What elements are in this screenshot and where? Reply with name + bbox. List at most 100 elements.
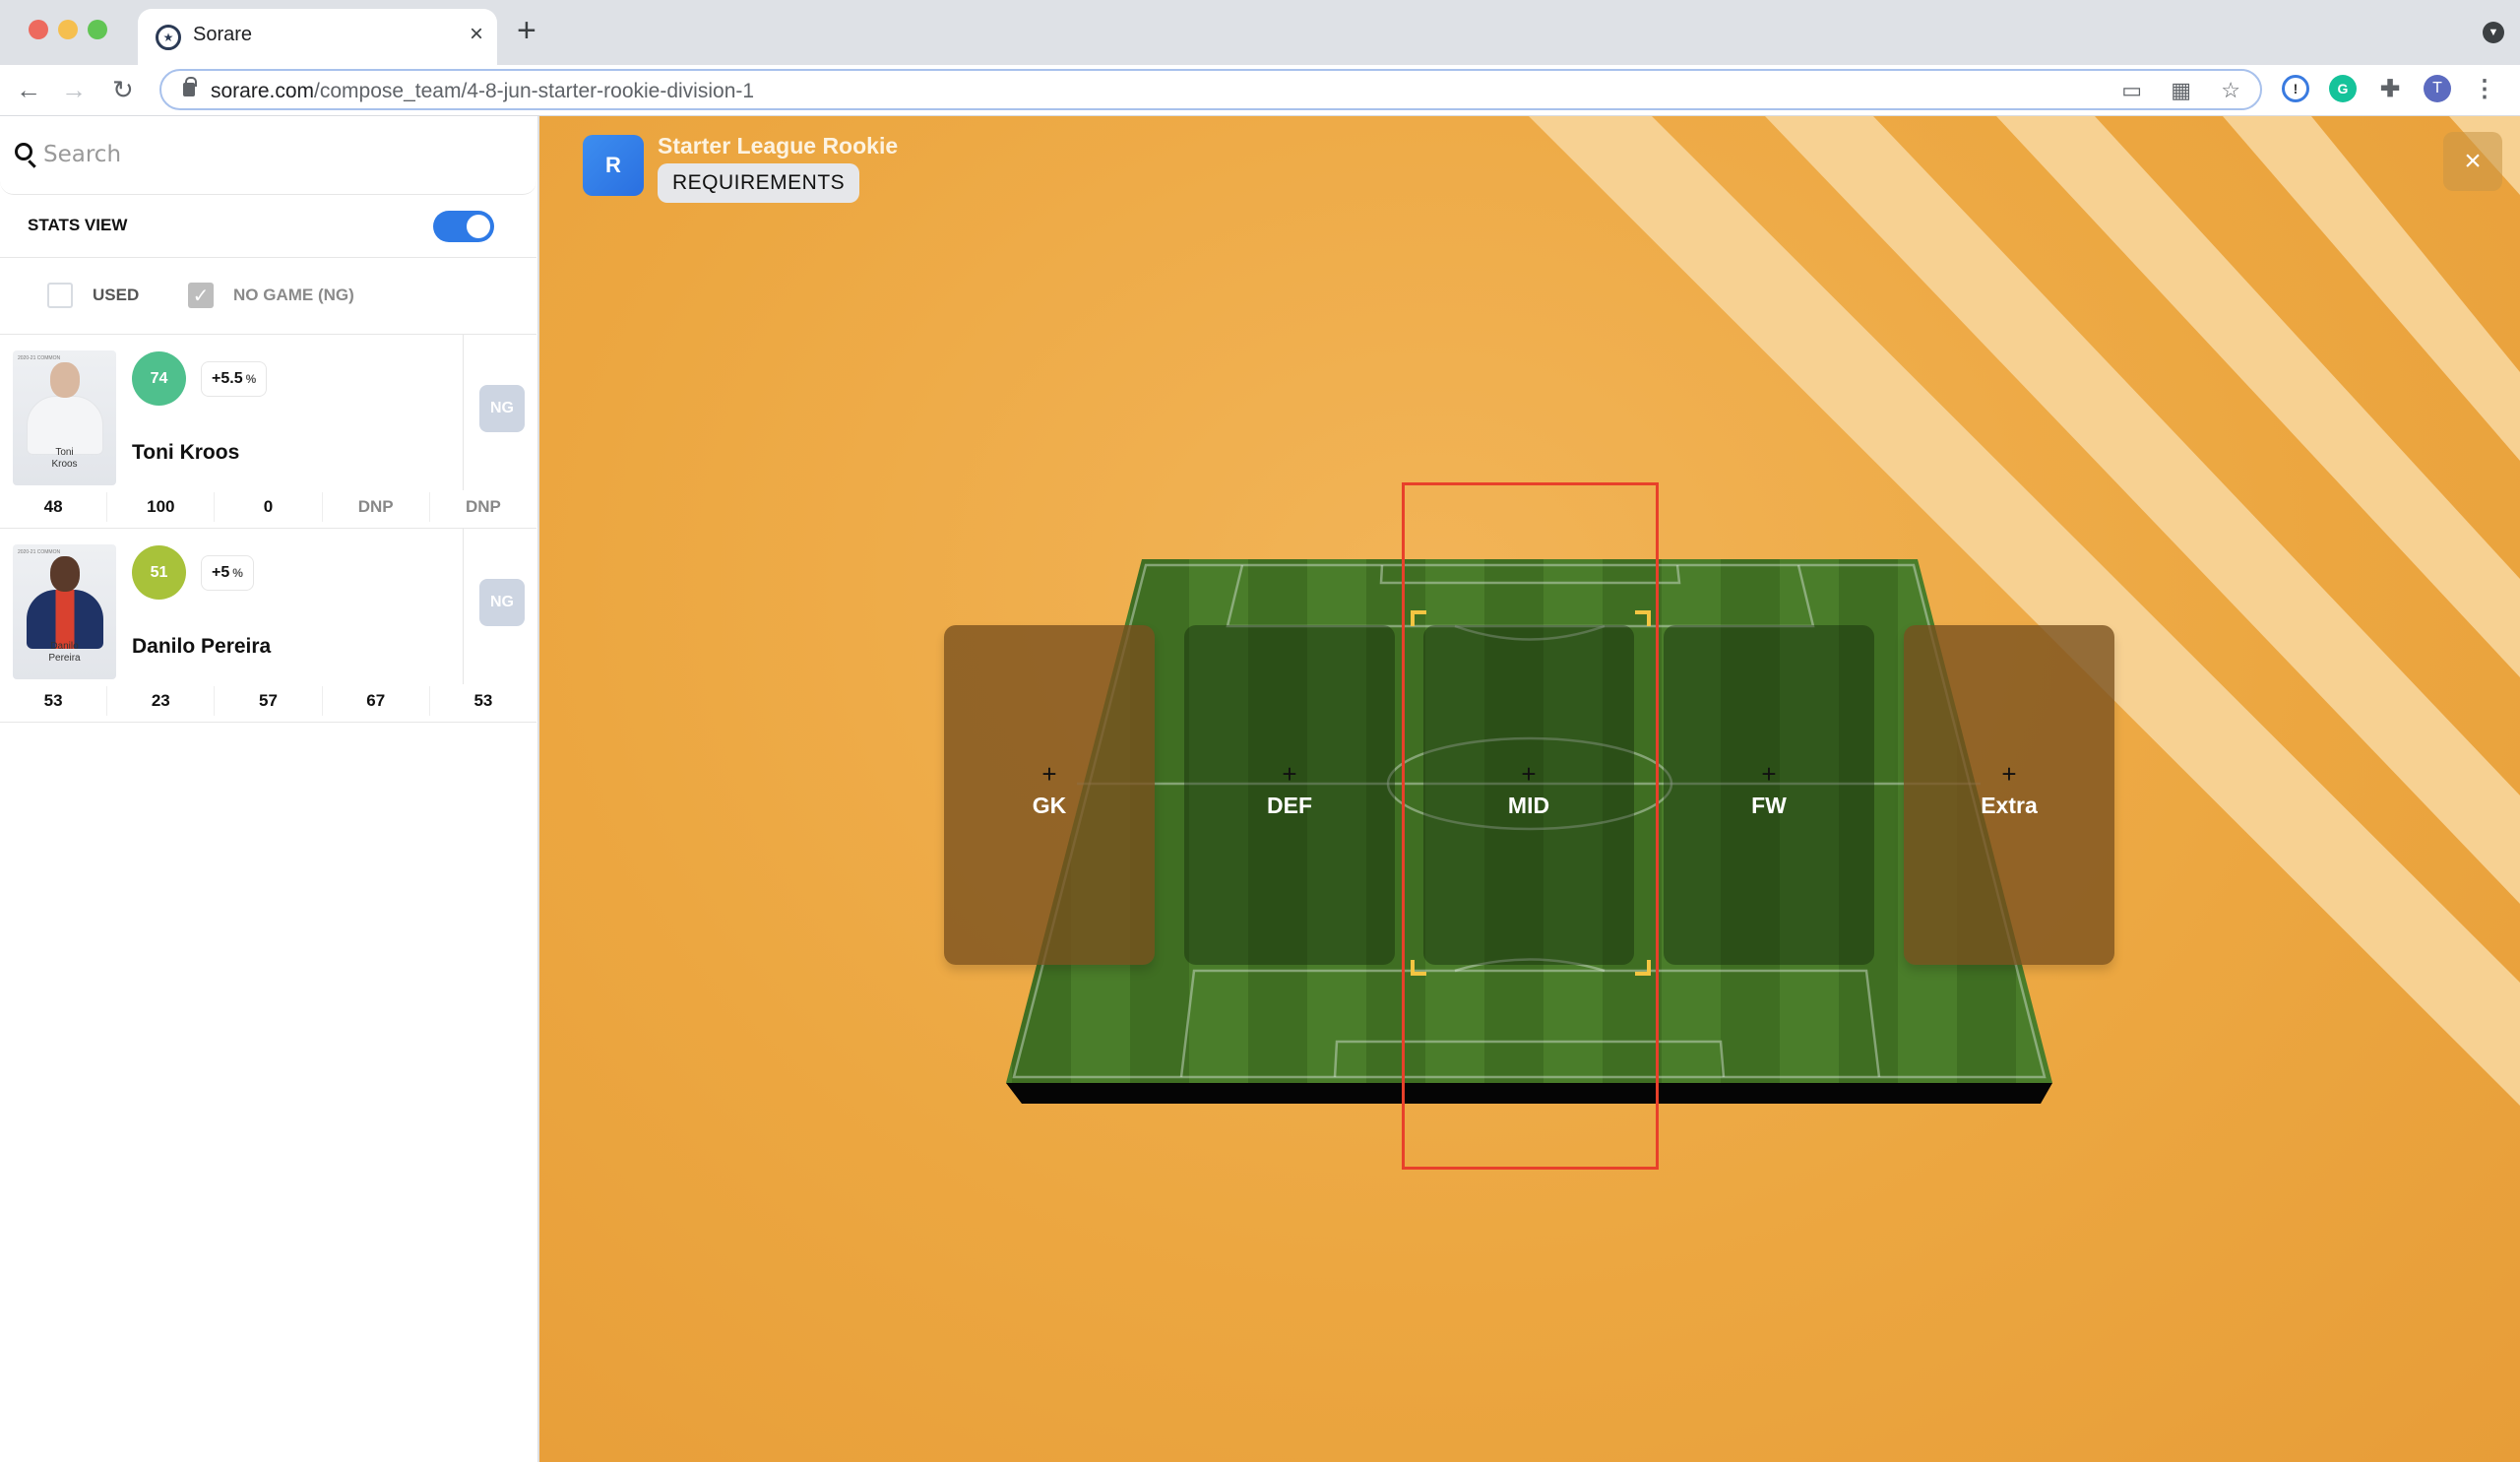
league-title: Starter League Rookie	[658, 133, 899, 159]
profile-avatar[interactable]: T	[2424, 75, 2451, 102]
recent-score: DNP	[428, 492, 536, 522]
card-player-head	[50, 362, 80, 398]
new-tab-button[interactable]: +	[517, 14, 536, 47]
window-maximize-button[interactable]	[88, 20, 107, 39]
lock-icon[interactable]	[183, 77, 197, 96]
team-composer: R Starter League Rookie REQUIREMENTS × +…	[539, 116, 2520, 1462]
tab-title: Sorare	[193, 24, 253, 45]
used-checkbox[interactable]	[47, 283, 73, 308]
stats-view-row: STATS VIEW	[0, 195, 536, 258]
app-container: STATS VIEW USED ✓ NO GAME (NG) 2020-21 C…	[0, 116, 2520, 1462]
percent-icon: %	[245, 372, 257, 386]
recent-score: 53	[428, 686, 536, 716]
url-host: sorare.com	[211, 80, 315, 102]
recent-score: 67	[321, 686, 429, 716]
recent-score: 100	[106, 492, 214, 522]
player-bonus-badge: +5%	[201, 555, 254, 591]
card-player-name: Danilo Pereira	[13, 641, 116, 665]
highlight-box	[1402, 482, 1659, 1170]
back-arrow-icon[interactable]: ←	[16, 73, 41, 106]
card-player-name: Toni Kroos	[13, 447, 116, 471]
bonus-value: +5	[212, 564, 230, 581]
used-filter-label[interactable]: USED	[93, 286, 139, 305]
card-jersey	[27, 396, 103, 455]
extensions-puzzle-icon[interactable]: ✚	[2376, 75, 2404, 102]
slot-gk[interactable]: + GK	[944, 625, 1155, 965]
filter-row: USED ✓ NO GAME (NG)	[0, 258, 536, 335]
slot-def[interactable]: + DEF	[1184, 625, 1395, 965]
search-bar	[0, 116, 536, 195]
tab-close-icon[interactable]: ×	[470, 21, 483, 48]
recent-score: 0	[214, 492, 321, 522]
percent-icon: %	[232, 566, 243, 580]
browser-tab-bar: ★ Sorare × + ▼	[0, 0, 2520, 65]
player-name: Danilo Pereira	[132, 635, 272, 658]
url-path: /compose_team/4-8-jun-starter-rookie-div…	[314, 80, 755, 102]
add-icon: +	[1041, 759, 1057, 789]
league-rarity-icon: R	[583, 135, 644, 196]
stats-view-label: STATS VIEW	[28, 216, 128, 234]
no-game-filter-label[interactable]: NO GAME (NG)	[233, 286, 354, 305]
slot-label: Extra	[1981, 793, 2038, 818]
player-card-image[interactable]: 2020-21 COMMON Danilo Pereira	[13, 544, 116, 679]
card-player-head	[50, 556, 80, 592]
browser-toolbar: ← → ↻ sorare.com/compose_team/4-8-jun-st…	[0, 65, 2520, 116]
checkmark-icon: ✓	[192, 285, 210, 307]
search-input[interactable]	[43, 136, 516, 173]
tab-search-icon[interactable]: ▼	[2483, 22, 2504, 43]
cast-icon[interactable]: ▭	[2121, 78, 2142, 103]
player-card-image[interactable]: 2020-21 COMMON Toni Kroos	[13, 350, 116, 485]
stats-view-toggle[interactable]	[433, 211, 494, 242]
toggle-knob	[467, 215, 490, 238]
browser-menu-icon[interactable]: ⋮	[2471, 75, 2498, 102]
no-game-badge: NG	[479, 385, 525, 432]
recent-score: 53	[43, 691, 63, 710]
url-text[interactable]: sorare.com/compose_team/4-8-jun-starter-…	[211, 80, 754, 103]
card-name-line2: Kroos	[51, 459, 78, 470]
qr-code-icon[interactable]: ▦	[2171, 78, 2191, 103]
player-status-column: NG	[463, 335, 536, 490]
player-name: Toni Kroos	[132, 441, 240, 464]
add-icon: +	[1761, 759, 1777, 789]
window-close-button[interactable]	[29, 20, 48, 39]
no-game-checkbox[interactable]: ✓	[188, 283, 214, 308]
close-button[interactable]: ×	[2443, 132, 2502, 191]
reload-icon[interactable]: ↻	[112, 73, 134, 106]
player-row[interactable]: 2020-21 COMMON Toni Kroos 74 +5.5% Toni …	[0, 335, 536, 529]
recent-score: 23	[106, 686, 214, 716]
card-season: 2020-21 COMMON	[18, 355, 61, 361]
window-minimize-button[interactable]	[58, 20, 78, 39]
close-icon: ×	[2464, 145, 2482, 177]
player-bonus-badge: +5.5%	[201, 361, 268, 397]
add-icon: +	[1282, 759, 1297, 789]
bonus-value: +5.5	[212, 370, 243, 387]
card-name-line2: Pereira	[48, 653, 81, 664]
player-list: 2020-21 COMMON Toni Kroos 74 +5.5% Toni …	[0, 335, 536, 723]
slot-label: DEF	[1267, 793, 1312, 818]
player-score-badge: 74	[132, 351, 186, 406]
player-score-badge: 51	[132, 545, 186, 600]
player-recent-scores: 48 100 0 DNP DNP	[0, 492, 536, 522]
browser-tab[interactable]: ★ Sorare ×	[138, 9, 497, 65]
requirements-button[interactable]: REQUIREMENTS	[658, 163, 860, 203]
add-icon: +	[2001, 759, 2017, 789]
player-recent-scores: 53 23 57 67 53	[0, 686, 536, 716]
slot-label: GK	[1032, 793, 1067, 818]
card-sidebar: STATS VIEW USED ✓ NO GAME (NG) 2020-21 C…	[0, 116, 538, 1462]
card-name-line1: Toni	[55, 447, 74, 458]
player-status-column: NG	[463, 529, 536, 684]
bookmark-star-icon[interactable]: ☆	[2221, 78, 2240, 103]
address-bar[interactable]: sorare.com/compose_team/4-8-jun-starter-…	[159, 69, 2262, 110]
forward-arrow-icon[interactable]: →	[61, 73, 87, 106]
grammarly-extension-icon[interactable]: G	[2329, 75, 2357, 102]
sorare-favicon-icon: ★	[156, 25, 181, 50]
card-season: 2020-21 COMMON	[18, 549, 61, 555]
no-game-badge: NG	[479, 579, 525, 626]
card-jersey	[27, 590, 103, 649]
search-icon	[15, 143, 32, 160]
player-row[interactable]: 2020-21 COMMON Danilo Pereira 51 +5% Dan…	[0, 529, 536, 723]
recent-score: 48	[43, 497, 63, 516]
slot-fw[interactable]: + FW	[1664, 625, 1874, 965]
slot-extra[interactable]: + Extra	[1904, 625, 2114, 965]
password-manager-extension-icon[interactable]: !	[2282, 75, 2309, 102]
